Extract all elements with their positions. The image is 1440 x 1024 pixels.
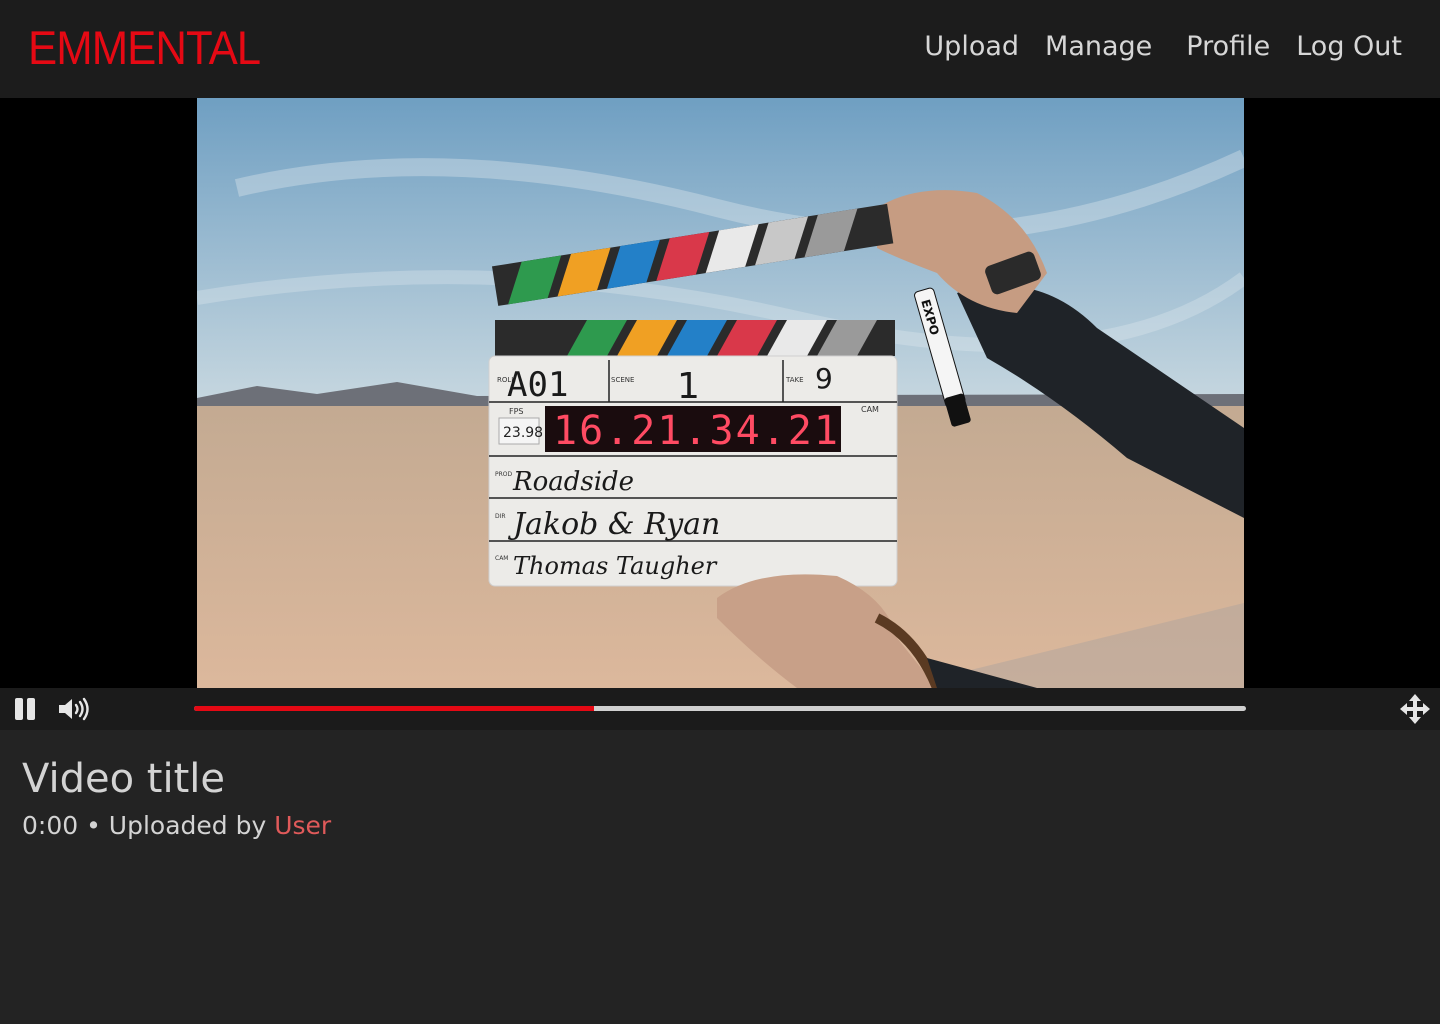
video-frame[interactable]: ROLL A01 SCENE 1 TAKE 9 FPS 23.98 16.21.… <box>197 98 1244 688</box>
player-controls <box>0 688 1440 730</box>
slate-take: 9 <box>815 362 833 395</box>
slate-fps-label: FPS <box>509 407 524 416</box>
video-still: ROLL A01 SCENE 1 TAKE 9 FPS 23.98 16.21.… <box>197 98 1244 688</box>
slate-camera-op: Thomas Taugher <box>513 552 718 580</box>
video-info: Video title 0:00 • Uploaded by User <box>22 752 331 844</box>
pause-button[interactable] <box>8 688 42 730</box>
slate-take-label: TAKE <box>785 376 804 384</box>
video-title: Video title <box>22 756 225 802</box>
nav-manage-link[interactable]: Manage <box>1045 28 1152 66</box>
slate-director: Jakob & Ryan <box>507 507 720 542</box>
video-player[interactable]: ROLL A01 SCENE 1 TAKE 9 FPS 23.98 16.21.… <box>0 98 1440 688</box>
fullscreen-button[interactable] <box>1398 688 1432 730</box>
slate-scene-label: SCENE <box>611 376 634 384</box>
slate-scene: 1 <box>677 366 700 407</box>
slate-prod-label: PROD <box>495 471 513 478</box>
volume-icon <box>59 697 89 721</box>
nav-upload-link[interactable]: Upload <box>924 28 1019 66</box>
main-nav: Upload Manage Profile Log Out <box>924 28 1402 66</box>
slate-cam-label: CAM <box>861 405 879 414</box>
slate-dir-label: DIR <box>495 513 506 520</box>
move-arrows-icon <box>1400 694 1430 724</box>
slate-cam-op-label: CAM <box>495 555 508 562</box>
nav-logout-link[interactable]: Log Out <box>1296 28 1402 66</box>
slate-fps: 23.98 <box>503 425 543 441</box>
meta-separator: • <box>78 811 109 840</box>
video-meta: 0:00 • Uploaded by User <box>22 808 331 844</box>
logo[interactable]: EMMENTAL <box>28 22 261 74</box>
slate-production: Roadside <box>512 467 634 497</box>
pause-icon <box>15 698 35 720</box>
nav-profile-link[interactable]: Profile <box>1186 28 1270 66</box>
video-timestamp: 0:00 <box>22 811 79 840</box>
volume-button[interactable] <box>54 688 94 730</box>
seek-bar[interactable] <box>194 706 1246 711</box>
slate-timecode: 16.21.34.21 <box>553 408 840 454</box>
uploaded-by-label: Uploaded by <box>108 811 275 840</box>
slate-roll: A01 <box>507 365 568 405</box>
uploader-link[interactable]: User <box>274 811 331 840</box>
top-bar: EMMENTAL Upload Manage Profile Log Out <box>0 0 1440 98</box>
seek-progress <box>194 706 594 711</box>
